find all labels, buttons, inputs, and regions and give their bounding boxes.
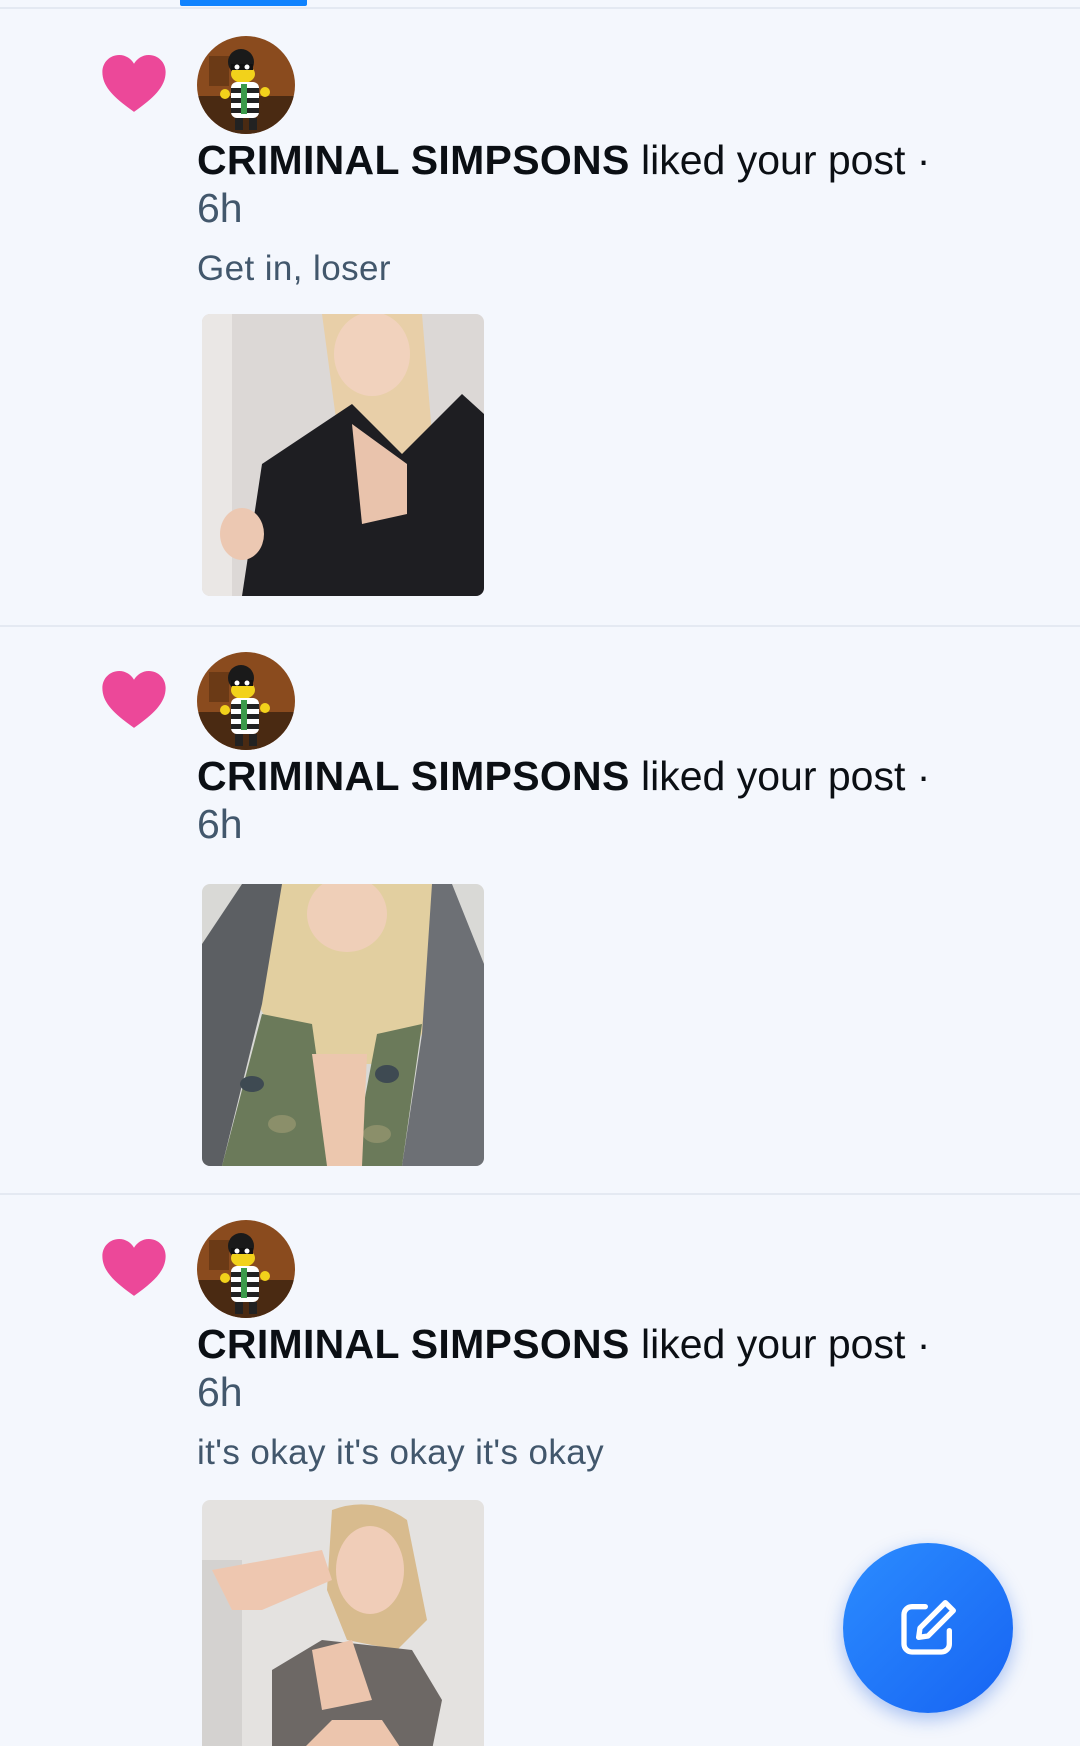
separator-dot: · <box>916 137 931 183</box>
user-avatar[interactable] <box>197 652 295 750</box>
burglar-cartoon-avatar-icon <box>197 1220 295 1318</box>
notification-item[interactable]: CRIMINAL SIMPSONS liked your post · 6h G… <box>0 9 1080 627</box>
post-snippet: Get in, loser <box>197 249 391 288</box>
post-photo-grey-tank-icon <box>202 1500 484 1746</box>
post-photo-camo-hoodie-icon <box>202 884 484 1166</box>
user-name[interactable]: CRIMINAL SIMPSONS <box>197 137 630 183</box>
post-thumbnail[interactable] <box>202 1500 484 1746</box>
action-text: liked your post <box>641 1321 906 1367</box>
heart-icon <box>102 670 166 728</box>
notification-text: CRIMINAL SIMPSONS liked your post · 6h <box>197 1320 997 1416</box>
post-snippet: it's okay it's okay it's okay <box>197 1433 605 1472</box>
user-avatar[interactable] <box>197 36 295 134</box>
timestamp: 6h <box>197 185 243 231</box>
burglar-cartoon-avatar-icon <box>197 36 295 134</box>
user-avatar[interactable] <box>197 1220 295 1318</box>
compose-button[interactable] <box>843 1543 1013 1713</box>
separator-dot: · <box>916 753 931 799</box>
action-text: liked your post <box>641 137 906 183</box>
timestamp: 6h <box>197 801 243 847</box>
notification-text: CRIMINAL SIMPSONS liked your post · 6h <box>197 136 997 232</box>
burglar-cartoon-avatar-icon <box>197 652 295 750</box>
active-tab-indicator <box>180 0 307 6</box>
post-thumbnail[interactable] <box>202 314 484 596</box>
user-name[interactable]: CRIMINAL SIMPSONS <box>197 1321 630 1367</box>
heart-icon <box>102 1238 166 1296</box>
user-name[interactable]: CRIMINAL SIMPSONS <box>197 753 630 799</box>
notification-item[interactable]: CRIMINAL SIMPSONS liked your post · 6h <box>0 627 1080 1195</box>
separator-dot: · <box>916 1321 931 1367</box>
heart-icon <box>102 54 166 112</box>
notifications-page: CRIMINAL SIMPSONS liked your post · 6h G… <box>0 0 1080 1746</box>
post-thumbnail[interactable] <box>202 884 484 1166</box>
notification-text: CRIMINAL SIMPSONS liked your post · 6h <box>197 752 997 848</box>
post-photo-black-top-icon <box>202 314 484 596</box>
action-text: liked your post <box>641 753 906 799</box>
timestamp: 6h <box>197 1369 243 1415</box>
compose-icon <box>901 1600 956 1655</box>
